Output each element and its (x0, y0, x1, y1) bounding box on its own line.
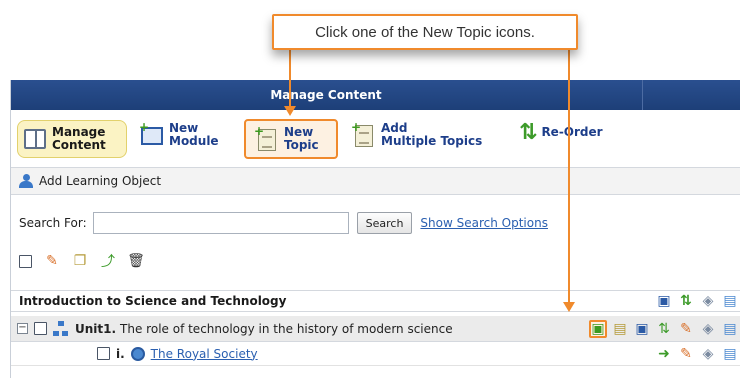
edit-icon[interactable]: ✎ (44, 253, 60, 269)
reorder-arrows-icon: ⇅ (519, 120, 538, 145)
unit-checkbox[interactable] (34, 322, 47, 335)
course-row: Introduction to Science and Technology ▣… (11, 290, 740, 312)
unit-tree-icon (53, 320, 69, 337)
add-multiple-topics-button[interactable]: + Add Multiple Topics (351, 121, 482, 148)
search-bar: Search For: Search Show Search Options (11, 208, 740, 238)
new-topic-button[interactable]: + New Topic (244, 119, 338, 159)
new-topic-icon: + (254, 125, 280, 152)
tag-icon[interactable]: ◈ (699, 345, 717, 363)
content-item-icon (130, 346, 145, 361)
copy-icon[interactable]: ❐ (72, 253, 88, 269)
item-actions: ➜ ✎ ◈ ▤ (651, 342, 739, 365)
item-row: i. The Royal Society ➜ ✎ ◈ ▤ (11, 342, 740, 366)
edit-icon[interactable]: ✎ (677, 320, 695, 338)
unit-row: − Unit1. The role of technology in the h… (11, 316, 740, 342)
panel-title: Manage Content (11, 80, 740, 110)
instruction-callout: Click one of the New Topic icons. (272, 14, 578, 50)
reorder-icon[interactable]: ⇅ (655, 320, 673, 338)
next-row-partial (11, 366, 740, 378)
item-title-link[interactable]: The Royal Society (151, 347, 258, 361)
add-multiple-topics-icon[interactable]: ▤ (611, 320, 629, 338)
new-module-icon: + (139, 121, 165, 148)
collapse-icon[interactable]: − (17, 323, 28, 334)
toolbar: Manage Content + New Module + New Topic + A… (11, 110, 740, 168)
new-module-icon[interactable]: ▣ (633, 320, 651, 338)
show-search-options-link[interactable]: Show Search Options (420, 216, 548, 230)
new-module-icon[interactable]: ▣ (655, 292, 673, 310)
reorder-icon[interactable]: ⇅ (677, 292, 695, 310)
manage-content-icon (22, 126, 48, 152)
item-checkbox[interactable] (97, 347, 110, 360)
export-icon[interactable]: ▤ (721, 345, 739, 363)
add-learning-object-link[interactable]: Add Learning Object (11, 168, 740, 195)
manage-content-button[interactable]: Manage Content (17, 120, 127, 158)
delete-icon[interactable]: 🗑 (127, 253, 145, 269)
course-actions: ▣ ⇅ ◈ ▤ (651, 291, 739, 311)
manage-content-panel: Manage Content Manage Content + New Module… (10, 80, 740, 378)
search-button[interactable]: Search (356, 212, 413, 234)
edit-icon[interactable]: ✎ (677, 345, 695, 363)
bulk-actions: ✎ ❐ ⤴ 🗑 (11, 248, 740, 274)
new-topic-icon[interactable]: ▣ (589, 319, 607, 338)
tag-icon[interactable]: ◈ (699, 292, 717, 310)
select-all-checkbox[interactable] (19, 254, 32, 268)
add-multiple-topics-icon: + (351, 121, 377, 148)
title-divider (642, 80, 643, 110)
export-icon[interactable]: ▤ (721, 292, 739, 310)
tag-icon[interactable]: ◈ (699, 320, 717, 338)
unit-actions: ▣ ▤ ▣ ⇅ ✎ ◈ ▤ (585, 316, 739, 341)
search-label: Search For: (19, 216, 87, 230)
new-module-button[interactable]: + New Module (139, 121, 219, 148)
search-input[interactable] (92, 212, 349, 234)
move-icon[interactable]: ➜ (655, 345, 673, 363)
add-learning-object-icon (17, 174, 35, 188)
move-icon[interactable]: ⤴ (100, 253, 116, 270)
export-icon[interactable]: ▤ (721, 320, 739, 338)
reorder-button[interactable]: ⇅ Re-Order (519, 120, 603, 145)
